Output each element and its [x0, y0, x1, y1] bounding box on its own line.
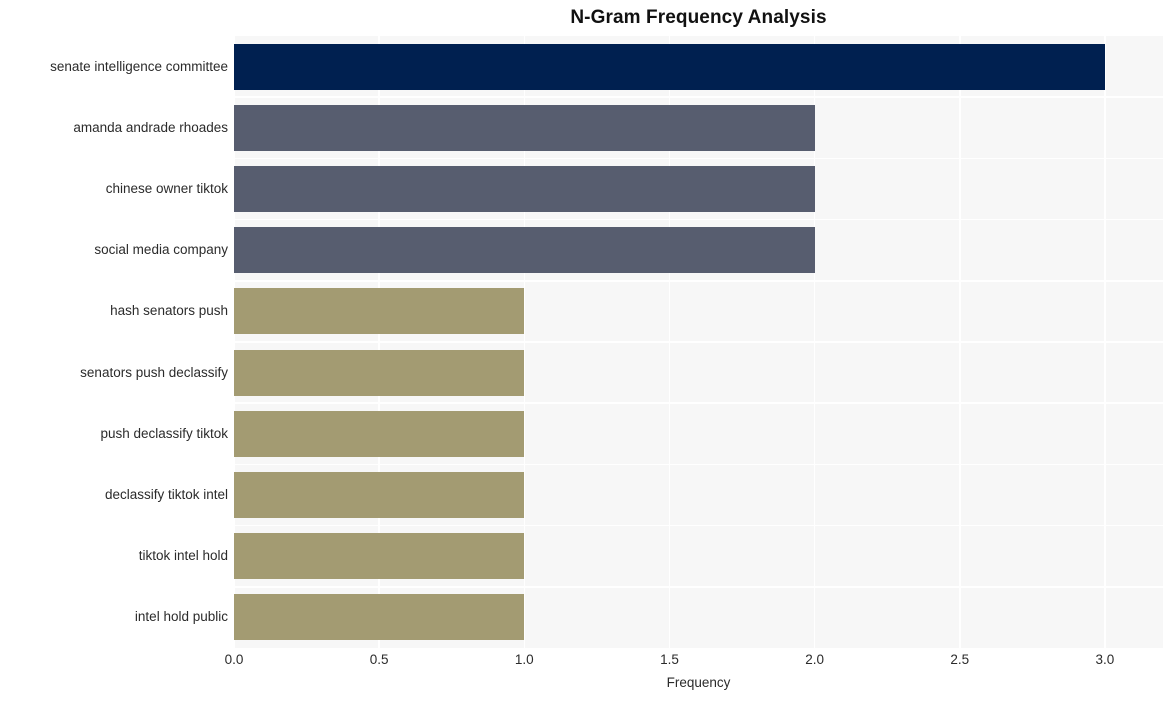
horizontal-gridline [234, 402, 1163, 404]
x-axis-tick-label: 2.0 [805, 652, 825, 667]
bar [234, 227, 815, 274]
chart-title: N-Gram Frequency Analysis [570, 7, 827, 28]
bar [234, 594, 525, 641]
y-axis-tick-label: declassify tiktok intel [104, 487, 228, 502]
chart-figure: N-Gram Frequency Analysis senate intelli… [0, 0, 1174, 701]
bar [234, 166, 815, 212]
y-axis-tick-label: chinese owner tiktok [105, 181, 228, 196]
bar [234, 349, 525, 396]
x-axis-tick-label: 3.0 [1095, 652, 1115, 667]
x-axis-tick-label: 0.5 [369, 652, 389, 667]
y-axis-tick-label: tiktok intel hold [138, 548, 228, 564]
plot-area [234, 36, 1163, 648]
y-axis-tick-label: senators push declassify [80, 364, 228, 380]
x-axis-tick-label: 0.0 [224, 652, 244, 667]
horizontal-gridline [234, 280, 1163, 282]
y-axis-tick-label: hash senators push [110, 303, 228, 319]
y-axis-tick-label: social media company [94, 242, 228, 258]
y-axis-tick-label: senate intelligence committee [50, 58, 228, 74]
bar [234, 410, 525, 457]
y-axis-tick-label: amanda andrade rhoades [73, 119, 228, 135]
horizontal-gridline [234, 341, 1163, 343]
horizontal-gridline [234, 218, 1163, 221]
horizontal-gridline [234, 463, 1163, 466]
x-axis-tick-label: 2.5 [950, 652, 970, 667]
x-axis-tick-labels: 0.0 0.5 1.0 1.5 2.0 2.5 3.0 [225, 651, 1163, 673]
bar [234, 472, 525, 518]
bar [234, 104, 815, 151]
y-axis-tick-labels: senate intelligence committee amanda andr… [0, 36, 228, 648]
horizontal-gridline [234, 96, 1163, 98]
x-axis-tick-label: 1.0 [514, 652, 534, 667]
horizontal-gridline [234, 586, 1163, 588]
horizontal-gridline [234, 524, 1163, 527]
x-axis-title: Frequency [666, 675, 731, 690]
bar [234, 288, 525, 335]
bar [234, 533, 525, 580]
x-axis-tick-label: 1.5 [660, 652, 679, 667]
bar [234, 43, 1105, 90]
y-axis-tick-label: intel hold public [134, 609, 228, 625]
horizontal-gridline [234, 157, 1163, 160]
y-axis-tick-label: push declassify tiktok [100, 425, 228, 441]
